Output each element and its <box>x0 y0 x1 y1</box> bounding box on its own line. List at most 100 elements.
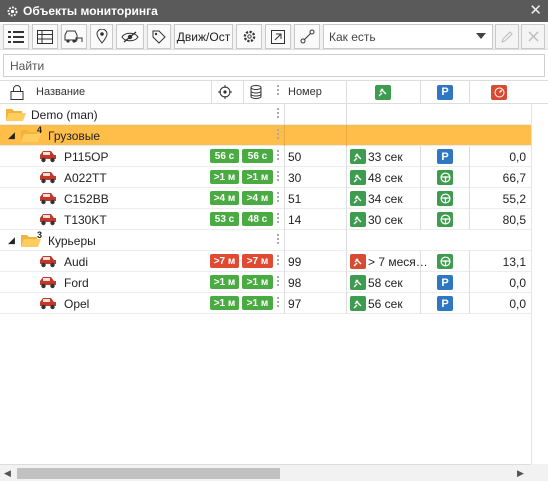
unit-name: Opel <box>64 296 90 311</box>
group-label: Курьеры <box>48 233 96 248</box>
unit-number: 99 <box>288 254 302 269</box>
unit-number: 50 <box>288 149 302 164</box>
column-resize-handle[interactable] <box>277 85 279 97</box>
unit-name: Audi <box>64 254 89 269</box>
tag-button[interactable] <box>147 24 171 49</box>
table-row[interactable]: A022TT >1 м >1 м 30 48 сек 66,7 <box>0 167 531 188</box>
close-icon[interactable]: ✕ <box>529 3 542 18</box>
group-row-trucks[interactable]: ◢ 4 Грузовые <box>0 125 531 146</box>
last-message-badge: >4 м <box>210 191 239 205</box>
motion-state <box>437 251 453 272</box>
unit-number: 51 <box>288 191 302 206</box>
tag-icon <box>152 30 166 44</box>
lock-icon[interactable] <box>10 81 30 103</box>
motion-state <box>437 167 453 188</box>
chevron-down-icon <box>476 33 486 39</box>
car-icon <box>38 146 58 167</box>
scroll-left-icon[interactable]: ◀ <box>4 468 11 479</box>
move-stop-button[interactable]: Движ/Ост <box>174 24 233 49</box>
hide-button[interactable] <box>116 24 144 49</box>
vehicles-button[interactable] <box>61 24 87 49</box>
table-row[interactable]: C152BB >4 м >4 м 51 34 сек 55,2 <box>0 188 531 209</box>
satellite-icon <box>350 254 366 269</box>
edit-button[interactable] <box>495 24 519 49</box>
vehicles-icon <box>64 30 83 43</box>
table-row[interactable]: Ford >1 м >1 м 98 58 сек P 0,0 <box>0 272 531 293</box>
last-message-badge: 53 с <box>210 212 239 226</box>
satellite-icon <box>350 191 366 206</box>
speed-value: 55,2 <box>502 191 526 206</box>
tree-root-row[interactable]: Demo (man) <box>0 104 531 125</box>
route-icon <box>300 29 314 44</box>
database-column-icon[interactable] <box>250 81 266 103</box>
route-button[interactable] <box>294 24 320 49</box>
unit-number: 98 <box>288 275 302 290</box>
speedometer-icon <box>491 84 507 100</box>
motion-state: P <box>437 293 453 314</box>
table-view-button[interactable] <box>32 24 58 49</box>
speed-value: 80,5 <box>502 212 526 227</box>
car-icon <box>38 293 58 314</box>
position-age-badge: >4 м <box>242 191 273 205</box>
close-icon <box>528 31 538 42</box>
car-icon <box>38 188 58 209</box>
parking-column-icon[interactable]: P <box>437 81 453 103</box>
motion-state <box>437 209 453 230</box>
steering-wheel-icon <box>437 170 453 185</box>
vertical-scrollbar[interactable] <box>531 104 548 464</box>
group-row-couriers[interactable]: ◢ 3 Курьеры <box>0 230 531 251</box>
table-row[interactable]: Audi >7 м >7 м 99 > 7 меся… 13,1 <box>0 251 531 272</box>
table-icon <box>37 29 53 44</box>
collapse-icon[interactable]: ◢ <box>8 230 15 251</box>
connection-time: 48 сек <box>368 170 403 185</box>
unit-name: Ford <box>64 275 89 290</box>
window-titlebar: Объекты мониторинга ✕ <box>0 0 548 22</box>
horizontal-scrollbar[interactable]: ◀ ▶ <box>0 464 531 481</box>
scroll-right-icon[interactable]: ▶ <box>517 468 524 479</box>
motion-state: P <box>437 272 453 293</box>
parking-icon: P <box>437 149 453 164</box>
geofence-button[interactable] <box>90 24 113 49</box>
connection-time: 58 сек <box>368 275 403 290</box>
position-age-badge: >7 м <box>242 254 273 268</box>
edit-icon <box>500 31 513 43</box>
car-icon <box>38 167 58 188</box>
connection-column-icon[interactable] <box>375 81 391 103</box>
last-message-badge: >1 м <box>210 170 239 184</box>
column-number[interactable]: Номер <box>288 81 322 103</box>
position-age-badge: >1 м <box>242 170 273 184</box>
speed-column-icon[interactable] <box>491 81 507 103</box>
connection-time: > 7 меся… <box>368 254 428 269</box>
hide-icon <box>121 30 139 43</box>
column-name[interactable]: Название <box>36 81 85 103</box>
connection-status: 34 сек <box>350 188 403 209</box>
unit-name: C152BB <box>64 191 109 206</box>
list-view-button[interactable] <box>3 24 29 49</box>
settings-button[interactable] <box>236 24 262 49</box>
last-message-badge: 56 с <box>210 149 239 163</box>
parking-icon: P <box>437 275 453 290</box>
unit-number: 97 <box>288 296 302 311</box>
location-column-icon[interactable] <box>218 81 234 103</box>
unit-number: 14 <box>288 212 302 227</box>
geofence-icon <box>95 29 108 44</box>
position-age-badge: >1 м <box>242 296 273 310</box>
table-row[interactable]: Opel >1 м >1 м 97 56 сек P 0,0 <box>0 293 531 314</box>
mode-select[interactable]: Как есть <box>323 24 493 49</box>
table-row[interactable]: P115OP 56 с 56 с 50 33 сек P 0,0 <box>0 146 531 167</box>
connection-status: 30 сек <box>350 209 403 230</box>
collapse-icon[interactable]: ◢ <box>8 125 15 146</box>
settings-icon <box>243 30 255 43</box>
speed-value: 66,7 <box>502 170 526 185</box>
export-button[interactable] <box>265 24 291 49</box>
satellite-icon <box>350 275 366 290</box>
steering-wheel-icon <box>437 254 453 269</box>
remove-button[interactable] <box>521 24 545 49</box>
gear-icon <box>3 2 21 20</box>
search-input[interactable]: Найти <box>3 54 545 77</box>
scroll-thumb[interactable] <box>17 468 280 479</box>
table-row[interactable]: T130KT 53 с 48 с 14 30 сек 80,5 <box>0 209 531 230</box>
steering-wheel-icon <box>437 191 453 206</box>
motion-state <box>437 188 453 209</box>
search-placeholder: Найти <box>10 58 45 73</box>
